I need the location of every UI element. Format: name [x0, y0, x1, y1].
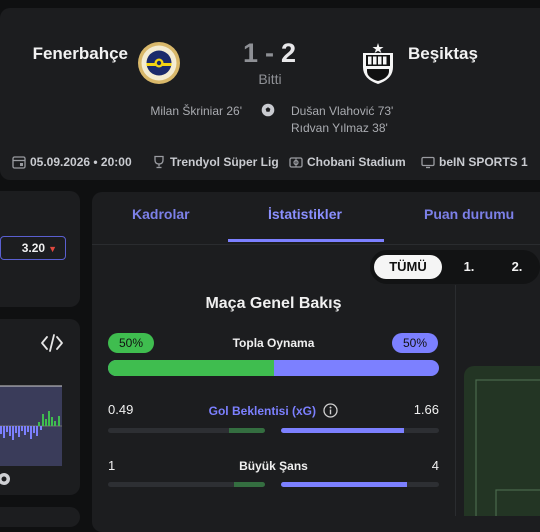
- tv-icon: [421, 156, 435, 169]
- home-score: 1: [242, 38, 259, 68]
- xg-away-track: [281, 428, 439, 433]
- odds-value: 3.20: [21, 241, 46, 255]
- fenerbahce-crest-icon[interactable]: [137, 41, 181, 85]
- besiktas-crest-icon[interactable]: [356, 41, 400, 85]
- tab-puan-durumu[interactable]: Puan durumu: [424, 206, 514, 222]
- match-header: Fenerbahçe 1-2 Bitti Beşiktaş Milan Škri…: [0, 8, 540, 180]
- odds-button[interactable]: 3.20 ▼: [0, 236, 66, 260]
- pitch-lines: [475, 379, 540, 521]
- xg-home-fill: [228, 428, 265, 433]
- big-chances-away-track: [281, 482, 439, 487]
- possession-label: Topla Oynama: [232, 336, 315, 350]
- home-scorer[interactable]: Milan Škriniar 26': [150, 103, 242, 120]
- xg-away-fill: [281, 428, 405, 433]
- period-second-half-button[interactable]: 2.: [500, 255, 534, 279]
- xg-away-value: 1.66: [413, 402, 439, 417]
- stadium-icon: [289, 157, 303, 168]
- period-all-button[interactable]: TÜMÜ: [374, 255, 442, 279]
- home-team-name[interactable]: Fenerbahçe: [33, 44, 128, 64]
- xg-label[interactable]: Gol Beklentisi (xG): [209, 404, 316, 418]
- calendar-icon: [12, 156, 26, 169]
- score-separator: -: [265, 38, 275, 68]
- possession-home-fill: [108, 360, 274, 376]
- match-league-text[interactable]: Trendyol Süper Lig: [170, 155, 279, 169]
- active-tab-indicator: [228, 239, 384, 242]
- away-scorer[interactable]: Dušan Vlahović 73': [291, 103, 393, 120]
- home-scorers: Milan Škriniar 26': [150, 103, 242, 120]
- away-team-name[interactable]: Beşiktaş: [408, 44, 478, 64]
- big-chances-home-fill: [233, 482, 265, 487]
- match-stadium: Chobani Stadium: [289, 155, 406, 169]
- possession-away-value: 50%: [392, 333, 438, 353]
- info-icon[interactable]: [323, 403, 338, 418]
- football-icon: [261, 103, 275, 117]
- pitch-preview: [464, 366, 540, 521]
- match-broadcaster-text: beIN SPORTS 1: [439, 155, 528, 169]
- column-divider: [455, 285, 456, 516]
- away-scorers: Dušan Vlahović 73' Rıdvan Yılmaz 38': [291, 103, 393, 137]
- stats-section-title: Maça Genel Bakış: [205, 295, 342, 312]
- xg-home-track: [108, 428, 265, 433]
- match-status: Bitti: [258, 71, 282, 87]
- big-chances-away-fill: [281, 482, 408, 487]
- odds-trend-icon: ▼: [48, 244, 57, 254]
- xg-label-wrap[interactable]: Gol Beklentisi (xG): [108, 403, 439, 418]
- period-filter: TÜMÜ 1. 2.: [370, 250, 540, 284]
- tab-kadrolar[interactable]: Kadrolar: [132, 206, 190, 222]
- tab-bar: Kadrolar İstatistikler Puan durumu: [92, 192, 540, 245]
- match-league[interactable]: Trendyol Süper Lig: [152, 155, 279, 169]
- match-broadcaster: beIN SPORTS 1: [421, 155, 528, 169]
- bottom-left-card: [0, 507, 80, 527]
- away-scorer[interactable]: Rıdvan Yılmaz 38': [291, 120, 393, 137]
- match-date-text: 05.09.2026 • 20:00: [30, 155, 132, 169]
- away-score: 2: [281, 38, 298, 68]
- big-chances-label: Büyük Şans: [239, 459, 308, 473]
- possession-bar: [108, 360, 439, 376]
- match-stadium-text: Chobani Stadium: [307, 155, 406, 169]
- scoreboard: 1-2: [230, 38, 310, 69]
- period-first-half-button[interactable]: 1.: [452, 255, 486, 279]
- big-chances-away-value: 4: [431, 458, 439, 473]
- tab-istatistikler[interactable]: İstatistikler: [268, 206, 342, 222]
- trophy-icon: [154, 155, 164, 169]
- big-chances-home-track: [108, 482, 265, 487]
- match-date: 05.09.2026 • 20:00: [12, 155, 132, 169]
- code-embed-icon[interactable]: [40, 333, 64, 353]
